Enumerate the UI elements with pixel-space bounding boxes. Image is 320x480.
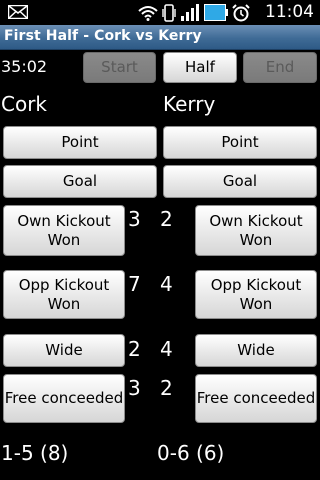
home-wide-count: 2: [128, 337, 141, 361]
signal-icon: [181, 4, 199, 21]
away-wide-button[interactable]: Wide: [195, 334, 317, 367]
end-button[interactable]: End: [243, 52, 317, 83]
away-opp-kickout-count: 4: [160, 272, 173, 296]
home-wide-button[interactable]: Wide: [3, 334, 125, 367]
half-button[interactable]: Half: [163, 52, 237, 83]
away-free-count: 2: [160, 376, 173, 400]
home-own-kickout-button[interactable]: Own Kickout Won: [3, 205, 125, 256]
start-button[interactable]: Start: [83, 52, 156, 83]
away-opp-kickout-button[interactable]: Opp Kickout Won: [195, 270, 317, 319]
away-total-score: 0-6 (6): [157, 441, 225, 465]
home-point-button[interactable]: Point: [3, 126, 157, 159]
status-bar: 11:04: [0, 0, 320, 25]
away-wide-count: 4: [160, 337, 173, 361]
home-opp-kickout-count: 7: [128, 272, 141, 296]
away-goal-button[interactable]: Goal: [163, 165, 317, 198]
home-own-kickout-count: 3: [128, 207, 141, 231]
home-total-score: 1-5 (8): [1, 441, 69, 465]
away-point-button[interactable]: Point: [163, 126, 317, 159]
vibrate-icon: [162, 3, 176, 22]
alarm-icon: [232, 3, 250, 21]
home-opp-kickout-button[interactable]: Opp Kickout Won: [3, 270, 125, 319]
title-bar: First Half - Cork vs Kerry: [0, 25, 320, 50]
away-own-kickout-button[interactable]: Own Kickout Won: [195, 205, 317, 256]
home-free-button[interactable]: Free conceeded: [3, 374, 125, 423]
home-free-count: 3: [128, 376, 141, 400]
mail-icon: [8, 5, 28, 19]
battery-icon: [204, 4, 228, 21]
game-timer: 35:02: [1, 57, 48, 76]
window-title: First Half - Cork vs Kerry: [4, 28, 202, 44]
away-team-name: Kerry: [163, 92, 216, 116]
away-own-kickout-count: 2: [160, 207, 173, 231]
wifi-icon: [138, 5, 158, 21]
home-team-name: Cork: [1, 92, 48, 116]
away-free-button[interactable]: Free conceeded: [195, 374, 317, 423]
home-goal-button[interactable]: Goal: [3, 165, 157, 198]
status-time: 11:04: [265, 2, 314, 22]
